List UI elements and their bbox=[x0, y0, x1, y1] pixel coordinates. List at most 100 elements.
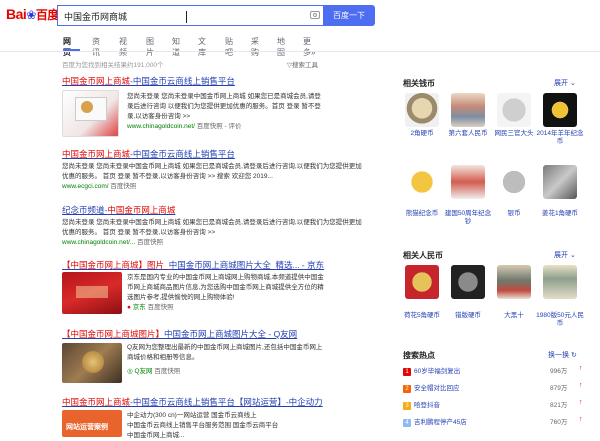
coin-thumbnail[interactable] bbox=[405, 265, 439, 299]
coin-label[interactable]: 熊猫纪念币 bbox=[398, 210, 446, 218]
snippet-line: 选图片参考,提供愉悦的网上购物体验! bbox=[127, 294, 235, 301]
search-result: 中国金币网上商城-中国金币云商线上销售平台 您尚未登录 您尚未登录中国金币网上商… bbox=[62, 148, 382, 192]
title-rest: 中国金币网上商城图片大全_精选... - 京东 bbox=[168, 260, 325, 270]
coin-thumbnail[interactable] bbox=[451, 165, 485, 199]
coin-thumbnail[interactable] bbox=[497, 93, 531, 127]
coin-label[interactable]: 姜花1角硬币 bbox=[536, 210, 584, 218]
title-highlight: 【中国金币网上商城】图片_ bbox=[62, 260, 169, 270]
expand-related-coins[interactable]: 展开 ⌄ bbox=[554, 78, 576, 88]
snippet-line: 商城价格和相册等信息。 bbox=[127, 354, 199, 361]
rank-badge: 1 bbox=[403, 368, 411, 376]
up-arrow-icon: ↑ bbox=[579, 399, 583, 406]
hot-item[interactable]: 4 吉利鹏程停产45店 760万 ↑ bbox=[403, 416, 588, 427]
result-source[interactable]: 京东 bbox=[133, 304, 146, 311]
coin-label[interactable]: 荷花5角硬币 bbox=[398, 312, 446, 320]
title-highlight: 中国金币网上商城 bbox=[62, 76, 131, 86]
snippet-line: 中企动力(300 cn)一网站运营 国金币云商线上 bbox=[127, 412, 257, 419]
hot-count: 760万 bbox=[550, 419, 568, 426]
snippet-line: 优惠的服务。 首页 登录 暂不登录,以访客身份咨询 >> bbox=[62, 229, 216, 236]
hot-item[interactable]: 2 安全帽对比回应 879万 ↑ bbox=[403, 382, 588, 393]
coin-label[interactable]: 1980版50元人民币 bbox=[536, 312, 584, 328]
coin-thumbnail[interactable] bbox=[497, 165, 531, 199]
tab-zhidao[interactable]: 知道 bbox=[172, 36, 180, 58]
title-rest: 纪念币频道- bbox=[62, 205, 108, 215]
search-button[interactable]: 百度一下 bbox=[323, 5, 375, 26]
snippet-line: 币网上商城商品图片信息,为您选购中国金币网上商城提供全方位的精 bbox=[127, 284, 324, 291]
coin-thumbnail[interactable] bbox=[405, 93, 439, 127]
expand-related-rmb[interactable]: 展开 ⌄ bbox=[554, 250, 576, 260]
hot-text: 安全帽对比回应 bbox=[414, 385, 460, 392]
tab-web[interactable]: 网页 bbox=[63, 36, 71, 58]
coin-label[interactable]: 建国50周年纪念钞 bbox=[444, 210, 492, 226]
result-url[interactable]: www.ecgci.com/ bbox=[62, 183, 109, 190]
snapshot-link[interactable]: 百度快照 bbox=[154, 368, 180, 375]
hot-text: 哈登抖音 bbox=[414, 402, 440, 409]
search-result: 【中国金币网上商城】图片_中国金币网上商城图片大全_精选... - 京东 bbox=[62, 259, 382, 271]
snippet-line: 您尚未登录 您尚未登录中国金币网上商城 如果您已是商城会员,请登录后进行咨询,以… bbox=[62, 163, 362, 170]
result-title[interactable]: 中国金币网上商城-中国金币云商线上销售平台 bbox=[62, 148, 382, 160]
rank-badge: 2 bbox=[403, 385, 411, 393]
title-highlight: 【中国金币网上商城图片】 bbox=[62, 329, 165, 339]
result-thumbnail[interactable] bbox=[62, 272, 122, 314]
coin-label[interactable]: 银币 bbox=[490, 210, 538, 218]
coin-label[interactable]: 网民三官大头 bbox=[490, 130, 538, 138]
hot-item[interactable]: 1 60岁毕福剑复出 996万 ↑ bbox=[403, 365, 588, 376]
snapshot-link[interactable]: 百度快照 - 评价 bbox=[197, 123, 242, 130]
tab-more[interactable]: 更多» bbox=[303, 36, 315, 58]
expand-label: 展开 bbox=[554, 80, 568, 87]
result-title[interactable]: 中国金币网上商城-中国金币云商线上销售平台【网站运营】-中企动力 bbox=[62, 396, 382, 408]
header: Bai❀百度 中国金币网商城 百度一下 bbox=[0, 0, 600, 30]
tab-wenku[interactable]: 文库 bbox=[198, 36, 206, 58]
snippet-line: 中国金币网上商城... bbox=[127, 432, 185, 439]
title-highlight: 中国金币网上商城 bbox=[62, 149, 131, 159]
coin-thumbnail[interactable] bbox=[497, 265, 531, 299]
coin-thumbnail[interactable] bbox=[543, 93, 577, 127]
result-url[interactable]: www.chinagoldcoin.net/... bbox=[62, 239, 135, 246]
title-rest: 中国金币网上商城图片大全 - Q友网 bbox=[164, 329, 298, 339]
up-arrow-icon: ↑ bbox=[579, 416, 583, 423]
snapshot-link[interactable]: 百度快照 bbox=[110, 183, 136, 190]
search-result: 中国金币网上商城-中国金币云商线上销售平台【网站运营】-中企动力 bbox=[62, 396, 382, 408]
coin-thumbnail[interactable] bbox=[543, 165, 577, 199]
result-title[interactable]: 中国金币网上商城-中国金币云商线上销售平台 bbox=[62, 75, 382, 87]
hot-item[interactable]: 3 哈登抖音 821万 ↑ bbox=[403, 399, 588, 410]
refresh-hot-button[interactable]: 换一换 ↻ bbox=[548, 350, 577, 360]
baidu-logo[interactable]: Bai❀百度 bbox=[6, 6, 59, 23]
tab-purchase[interactable]: 采购 bbox=[251, 36, 259, 58]
hot-text: 60岁毕福剑复出 bbox=[414, 368, 461, 375]
result-thumbnail[interactable] bbox=[62, 90, 119, 137]
result-url[interactable]: www.chinagoldcoin.net/ bbox=[127, 123, 195, 130]
snapshot-link[interactable]: 百度快照 bbox=[148, 304, 174, 311]
result-snippet: Q友网为您整理出最新的中国金币网上商城图片,还包括中国金币网上 商城价格和相册等… bbox=[127, 343, 327, 377]
chevron-down-icon: ⌄ bbox=[569, 252, 576, 259]
coin-label[interactable]: 错版硬币 bbox=[444, 312, 492, 320]
tab-video[interactable]: 视频 bbox=[119, 36, 127, 58]
coin-thumbnail[interactable] bbox=[451, 265, 485, 299]
coin-label[interactable]: 第六套人民币 bbox=[444, 130, 492, 138]
result-source[interactable]: Q友网 bbox=[134, 368, 152, 375]
search-tools-label: 搜索工具 bbox=[292, 62, 318, 69]
search-input[interactable]: 中国金币网商城 bbox=[64, 10, 127, 23]
title-highlight: 中国金币网上商城 bbox=[62, 397, 131, 407]
search-box[interactable]: 中国金币网商城 bbox=[57, 5, 323, 26]
result-title[interactable]: 【中国金币网上商城图片】中国金币网上商城图片大全 - Q友网 bbox=[62, 328, 382, 340]
tab-map[interactable]: 地图 bbox=[277, 36, 285, 58]
coin-label[interactable]: 2014年羊年纪念币 bbox=[536, 130, 584, 146]
result-thumbnail[interactable] bbox=[62, 343, 122, 383]
related-coins-header: 相关钱币 bbox=[403, 79, 435, 88]
coin-label[interactable]: 2角硬币 bbox=[398, 130, 446, 138]
result-title[interactable]: 纪念币频道-中国金币网上商城 bbox=[62, 204, 382, 216]
coin-thumbnail[interactable] bbox=[451, 93, 485, 127]
coin-thumbnail[interactable] bbox=[543, 265, 577, 299]
tab-images[interactable]: 图片 bbox=[146, 36, 154, 58]
camera-icon[interactable] bbox=[310, 11, 320, 19]
hot-count: 879万 bbox=[550, 385, 568, 392]
result-thumbnail[interactable]: 网站运营案例 bbox=[62, 410, 122, 437]
tab-news[interactable]: 资讯 bbox=[92, 36, 100, 58]
coin-label[interactable]: 大黑十 bbox=[490, 312, 538, 320]
tab-tieba[interactable]: 贴吧 bbox=[225, 36, 233, 58]
coin-thumbnail[interactable] bbox=[405, 165, 439, 199]
result-title[interactable]: 【中国金币网上商城】图片_中国金币网上商城图片大全_精选... - 京东 bbox=[62, 259, 382, 271]
search-tools-button[interactable]: ▽搜索工具 bbox=[287, 59, 318, 69]
snapshot-link[interactable]: 百度快照 bbox=[137, 239, 163, 246]
